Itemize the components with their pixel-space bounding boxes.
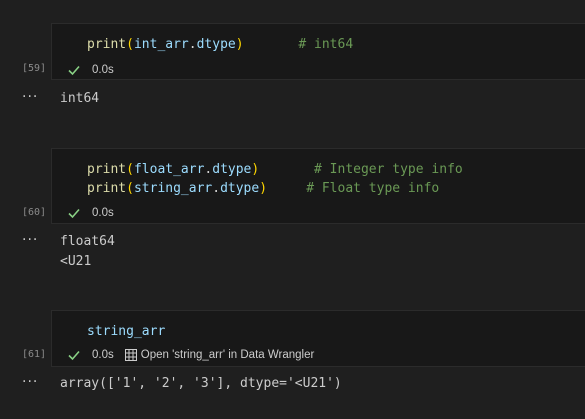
attribute-token: dtype xyxy=(212,162,252,177)
execution-count: [59] xyxy=(22,63,47,74)
code-line[interactable]: print(string_arr.dtype) # Float type inf… xyxy=(87,179,439,198)
execution-count: [61] xyxy=(22,349,47,360)
execution-count: [60] xyxy=(22,207,47,218)
code-line[interactable]: string_arr xyxy=(87,322,165,341)
grid-icon xyxy=(124,349,137,361)
more-icon[interactable]: ··· xyxy=(22,89,38,105)
variable-token: float_arr xyxy=(133,162,205,177)
function-token: print xyxy=(87,37,127,52)
cell-status: 0.0s xyxy=(67,205,114,221)
code-cell[interactable]: print(float_arr.dtype) # Integer type in… xyxy=(51,148,585,224)
variable-token: string_arr xyxy=(133,181,213,196)
more-icon[interactable]: ··· xyxy=(22,232,38,248)
bracket-token: ( xyxy=(126,181,134,196)
execution-time: 0.0s xyxy=(92,349,114,361)
execution-time: 0.0s xyxy=(92,207,114,219)
open-data-wrangler-link[interactable]: Open 'string_arr' in Data Wrangler xyxy=(124,349,315,361)
function-token: print xyxy=(87,162,127,177)
variable-token: int_arr xyxy=(133,37,189,52)
check-icon xyxy=(68,208,80,219)
bracket-token: ) xyxy=(235,37,244,52)
dot-token: . xyxy=(188,37,197,52)
data-wrangler-label: Open 'string_arr' in Data Wrangler xyxy=(140,349,315,361)
execution-time: 0.0s xyxy=(92,64,114,76)
output-text: float64 xyxy=(60,234,115,249)
attribute-token: dtype xyxy=(196,37,236,52)
more-icon[interactable]: ··· xyxy=(22,374,38,390)
output-text: array(['1', '2', '3'], dtype='<U21') xyxy=(60,376,342,391)
bracket-token: ( xyxy=(126,162,134,177)
function-token: print xyxy=(87,181,127,196)
code-cell[interactable]: print(int_arr.dtype) # int64 xyxy=(51,23,585,80)
comment-token: # int64 xyxy=(298,37,354,52)
check-icon xyxy=(68,65,80,76)
output-text: int64 xyxy=(60,91,100,106)
code-line[interactable]: print(float_arr.dtype) # Integer type in… xyxy=(87,160,463,179)
cell-status: 0.0s xyxy=(67,62,114,78)
bracket-token: ) xyxy=(259,181,268,196)
attribute-token: dtype xyxy=(220,181,260,196)
comment-token: # Integer type info xyxy=(314,162,463,177)
code-line[interactable]: print(int_arr.dtype) # int64 xyxy=(87,35,353,54)
comment-token: # Float type info xyxy=(306,181,440,196)
output-text: <U21 xyxy=(60,254,92,269)
cell-status: 0.0s Open 'string_arr' in Data Wrangler xyxy=(67,347,314,363)
bracket-token: ( xyxy=(126,37,134,52)
dot-token: . xyxy=(212,181,221,196)
check-icon xyxy=(68,350,80,361)
